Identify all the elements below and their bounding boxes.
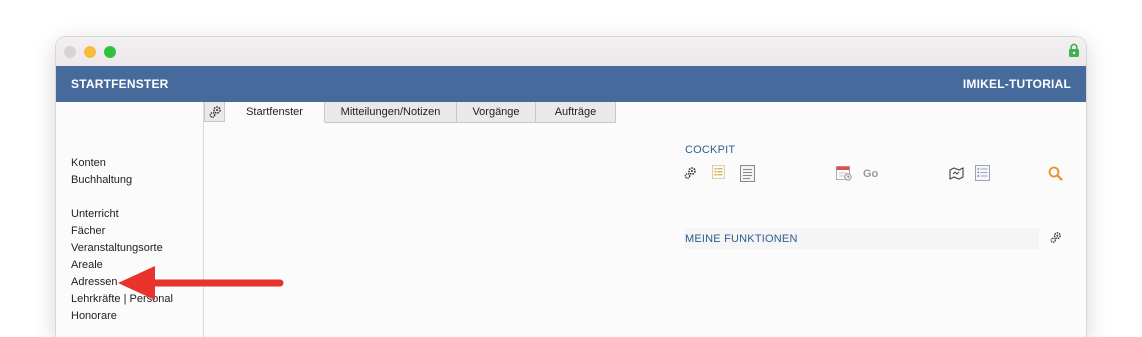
tab-startfenster[interactable]: Startfenster bbox=[225, 102, 325, 123]
sidebar-item-lehrkraefte-personal[interactable]: Lehrkräfte | Personal bbox=[71, 293, 173, 305]
list-icon[interactable] bbox=[712, 165, 725, 179]
zoom-window-button[interactable] bbox=[104, 46, 116, 58]
gear-icon[interactable] bbox=[1049, 231, 1062, 244]
go-label[interactable]: Go bbox=[863, 168, 878, 180]
sidebar-item-buchhaltung[interactable]: Buchhaltung bbox=[71, 174, 132, 186]
tab-auftraege[interactable]: Aufträge bbox=[536, 102, 616, 123]
sidebar-item-unterricht[interactable]: Unterricht bbox=[71, 208, 119, 220]
lock-icon bbox=[1069, 43, 1079, 57]
tab-mitteilungen-notizen[interactable]: Mitteilungen/Notizen bbox=[325, 102, 457, 123]
tab-settings-button[interactable] bbox=[204, 102, 225, 122]
app-window: STARTFENSTER IMIKEL-TUTORIAL Konten Buch… bbox=[56, 37, 1086, 337]
app-header: STARTFENSTER IMIKEL-TUTORIAL bbox=[56, 66, 1086, 102]
sidebar-item-faecher[interactable]: Fächer bbox=[71, 225, 105, 237]
sidebar-item-konten[interactable]: Konten bbox=[71, 157, 106, 169]
map-icon[interactable] bbox=[949, 167, 964, 180]
title-bar bbox=[56, 37, 1086, 67]
close-window-button[interactable] bbox=[64, 46, 76, 58]
sidebar-item-honorare[interactable]: Honorare bbox=[71, 310, 117, 322]
cockpit-title: COCKPIT bbox=[685, 144, 736, 156]
sidebar-item-veranstaltungsorte[interactable]: Veranstaltungsorte bbox=[71, 242, 163, 254]
search-icon[interactable] bbox=[1048, 166, 1063, 181]
table-list-icon[interactable] bbox=[975, 165, 990, 181]
gear-icon bbox=[209, 106, 221, 118]
gear-icon[interactable] bbox=[683, 166, 697, 180]
document-icon[interactable] bbox=[740, 165, 755, 182]
minimize-window-button[interactable] bbox=[84, 46, 96, 58]
sidebar: Konten Buchhaltung Unterricht Fächer Ver… bbox=[56, 102, 204, 337]
page-title: STARTFENSTER bbox=[71, 77, 169, 91]
functions-title: MEINE FUNKTIONEN bbox=[685, 233, 798, 245]
user-name: IMIKEL-TUTORIAL bbox=[962, 77, 1071, 91]
calendar-icon[interactable] bbox=[836, 165, 852, 181]
tab-vorgaenge[interactable]: Vorgänge bbox=[457, 102, 536, 123]
sidebar-item-areale[interactable]: Areale bbox=[71, 259, 103, 271]
sidebar-item-adressen[interactable]: Adressen bbox=[71, 276, 117, 288]
